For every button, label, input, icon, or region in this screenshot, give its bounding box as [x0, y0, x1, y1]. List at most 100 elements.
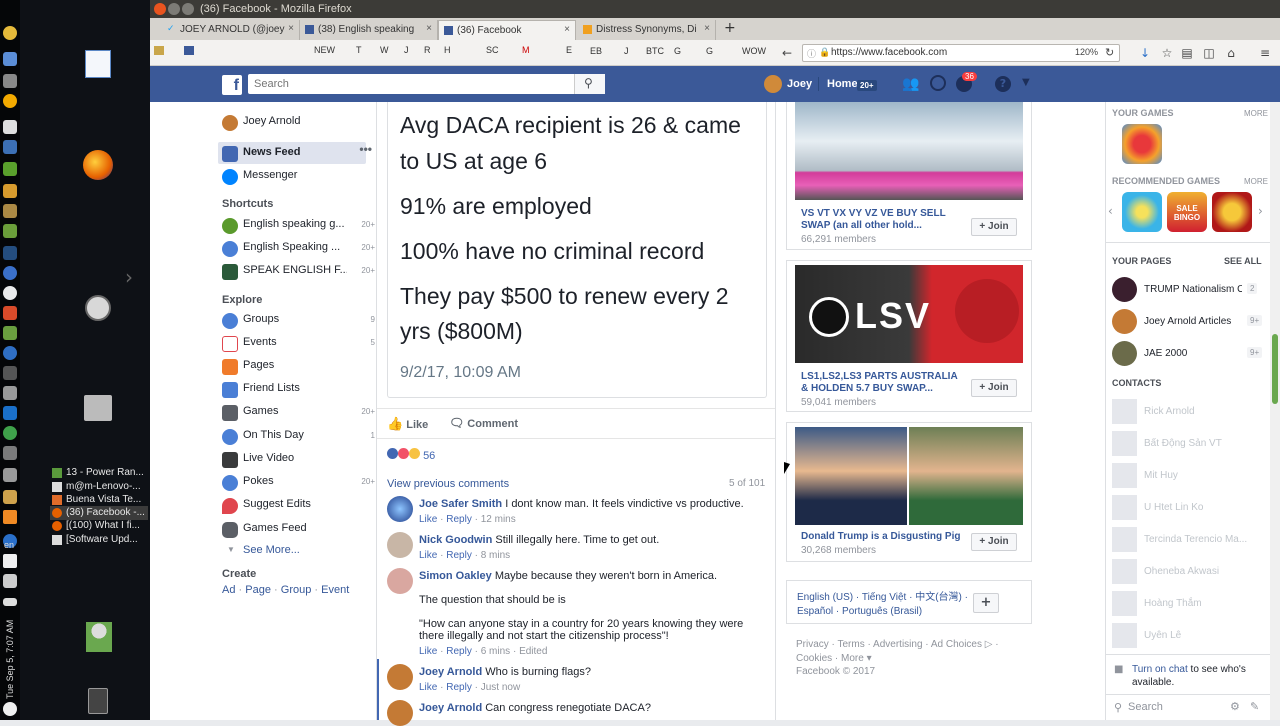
close-window-button[interactable]: [154, 3, 166, 15]
reactions-summary[interactable]: 56: [387, 448, 435, 462]
app-icon[interactable]: [3, 468, 17, 482]
bookmark[interactable]: M: [522, 45, 530, 55]
app-icon[interactable]: [3, 386, 17, 400]
bookmark[interactable]: WOW: [742, 46, 766, 56]
comment-reply-link[interactable]: Reply: [446, 682, 472, 693]
app-icon[interactable]: [3, 490, 17, 504]
bookmark-star-icon[interactable]: ☆: [1160, 46, 1174, 60]
scrollbar[interactable]: [1270, 102, 1280, 720]
comment-author[interactable]: Simon Oakley: [419, 570, 492, 582]
task-item[interactable]: Buena Vista Te...: [66, 494, 162, 505]
comment-time[interactable]: 6 mins: [481, 646, 510, 657]
group-image[interactable]: [795, 427, 907, 525]
app-icon[interactable]: [3, 120, 17, 134]
wifi-icon[interactable]: [3, 554, 17, 568]
comment-author[interactable]: Joey Arnold: [419, 666, 482, 678]
comment-time[interactable]: Just now: [481, 682, 520, 693]
comment-like-link[interactable]: Like: [419, 514, 437, 525]
bookmark[interactable]: SC: [486, 45, 499, 55]
more-link[interactable]: MORE: [1244, 177, 1268, 186]
home-icon[interactable]: ⌂: [1224, 46, 1238, 60]
group-name[interactable]: LS1,LS2,LS3 PARTS AUSTRALIA & HOLDEN 5.7…: [801, 371, 961, 395]
clock[interactable]: Tue Sep 5, 7:07 AM: [5, 612, 15, 699]
minimize-window-button[interactable]: [168, 3, 180, 15]
comment-author[interactable]: Joe Safer Smith: [419, 498, 502, 510]
reload-icon[interactable]: ↻: [1105, 46, 1114, 59]
facebook-icon[interactable]: [184, 46, 194, 55]
avatar[interactable]: [387, 496, 413, 522]
create-event-link[interactable]: Event: [321, 584, 349, 596]
close-icon[interactable]: ×: [288, 23, 294, 34]
comment-button[interactable]: 🗨 Comment: [449, 416, 518, 430]
group-name[interactable]: Donald Trump is a Disgusting Pig: [801, 531, 961, 543]
task-item[interactable]: 13 - Power Ran...: [66, 467, 162, 478]
create-group-link[interactable]: Group: [281, 584, 312, 596]
app-icon[interactable]: [85, 295, 111, 321]
comment-time[interactable]: 8 mins: [481, 550, 510, 561]
task-item[interactable]: [Software Upd...: [66, 534, 162, 545]
chevron-down-icon[interactable]: ▼: [1022, 77, 1030, 88]
app-icon[interactable]: [3, 74, 17, 88]
bitcoin-icon[interactable]: [3, 94, 17, 108]
app-icon[interactable]: [3, 26, 17, 40]
trash-icon[interactable]: [88, 688, 108, 714]
bookmark[interactable]: G: [674, 46, 681, 56]
help-icon[interactable]: ?: [995, 76, 1011, 92]
comment-author[interactable]: Joey Arnold: [419, 702, 482, 714]
messages-icon[interactable]: [930, 75, 946, 91]
bookmark[interactable]: G: [706, 46, 713, 56]
gear-icon[interactable]: ⚙: [1230, 700, 1240, 713]
profile-link[interactable]: Joey: [787, 78, 812, 90]
facebook-logo[interactable]: f: [222, 75, 242, 95]
document-icon[interactable]: [85, 50, 111, 78]
comment-reply-link[interactable]: Reply: [446, 646, 472, 657]
post-image[interactable]: Avg DACA recipient is 26 & came to US at…: [387, 102, 767, 398]
archive-icon[interactable]: [84, 395, 112, 421]
tab-facebook[interactable]: (36) Facebook ×: [438, 20, 576, 40]
comment-edited[interactable]: Edited: [519, 646, 547, 657]
avatar[interactable]: [387, 664, 413, 690]
firefox-icon[interactable]: [83, 150, 113, 180]
comment-time[interactable]: 12 mins: [481, 514, 516, 525]
scrollbar-thumb[interactable]: [1272, 334, 1278, 404]
close-icon[interactable]: ×: [704, 23, 710, 34]
tab-english-speaking[interactable]: (38) English speaking ×: [300, 20, 438, 40]
comment-reply-link[interactable]: Reply: [446, 514, 472, 525]
comment-like-link[interactable]: Like: [419, 646, 437, 657]
battery-icon[interactable]: [3, 598, 17, 606]
turn-on-chat-link[interactable]: Turn on chat: [1132, 664, 1188, 675]
language-links[interactable]: English (US) · Tiếng Việt · 中文(台灣) · Esp…: [797, 591, 977, 619]
task-item[interactable]: m@m-Lenovo-...: [66, 481, 162, 492]
app-icon[interactable]: [3, 366, 17, 380]
app-icon[interactable]: [3, 140, 17, 154]
bingo-game[interactable]: SALE BINGO: [1167, 192, 1207, 232]
bookmark[interactable]: BTC: [646, 46, 664, 56]
bookmark[interactable]: E: [566, 45, 572, 55]
menu-icon[interactable]: ≡: [1258, 46, 1272, 60]
search-button[interactable]: ⚲: [574, 74, 605, 94]
join-button[interactable]: + Join: [971, 533, 1017, 551]
friend-requests-icon[interactable]: 👥: [902, 76, 919, 92]
comment-like-link[interactable]: Like: [419, 682, 437, 693]
bookmark[interactable]: R: [424, 45, 431, 55]
close-icon[interactable]: ×: [564, 24, 570, 35]
library-icon[interactable]: ▤: [1180, 46, 1194, 60]
app-icon[interactable]: [3, 426, 17, 440]
app-icon[interactable]: [3, 510, 17, 524]
bookmark[interactable]: EB: [590, 46, 602, 56]
bookmark[interactable]: T: [356, 45, 362, 55]
folder-icon[interactable]: [154, 46, 164, 55]
app-icon[interactable]: [3, 266, 17, 280]
like-button[interactable]: 👍 Like: [387, 416, 428, 432]
power-icon[interactable]: [3, 702, 17, 716]
chevron-right-icon[interactable]: ›: [125, 265, 133, 289]
avatar[interactable]: [387, 568, 413, 594]
comment-reply-link[interactable]: Reply: [446, 550, 472, 561]
info-icon[interactable]: ⓘ: [807, 47, 816, 60]
task-item[interactable]: (36) Facebook -...: [66, 507, 162, 518]
footer-links[interactable]: Privacy · Terms · Advertising · Ad Choic…: [796, 638, 1022, 666]
url-bar[interactable]: ⓘ 🔒 https://www.facebook.com 120% ↻: [802, 44, 1120, 62]
chevron-left-icon[interactable]: ‹: [1108, 204, 1113, 218]
app-icon[interactable]: [3, 326, 17, 340]
game-tile[interactable]: [1122, 192, 1162, 232]
